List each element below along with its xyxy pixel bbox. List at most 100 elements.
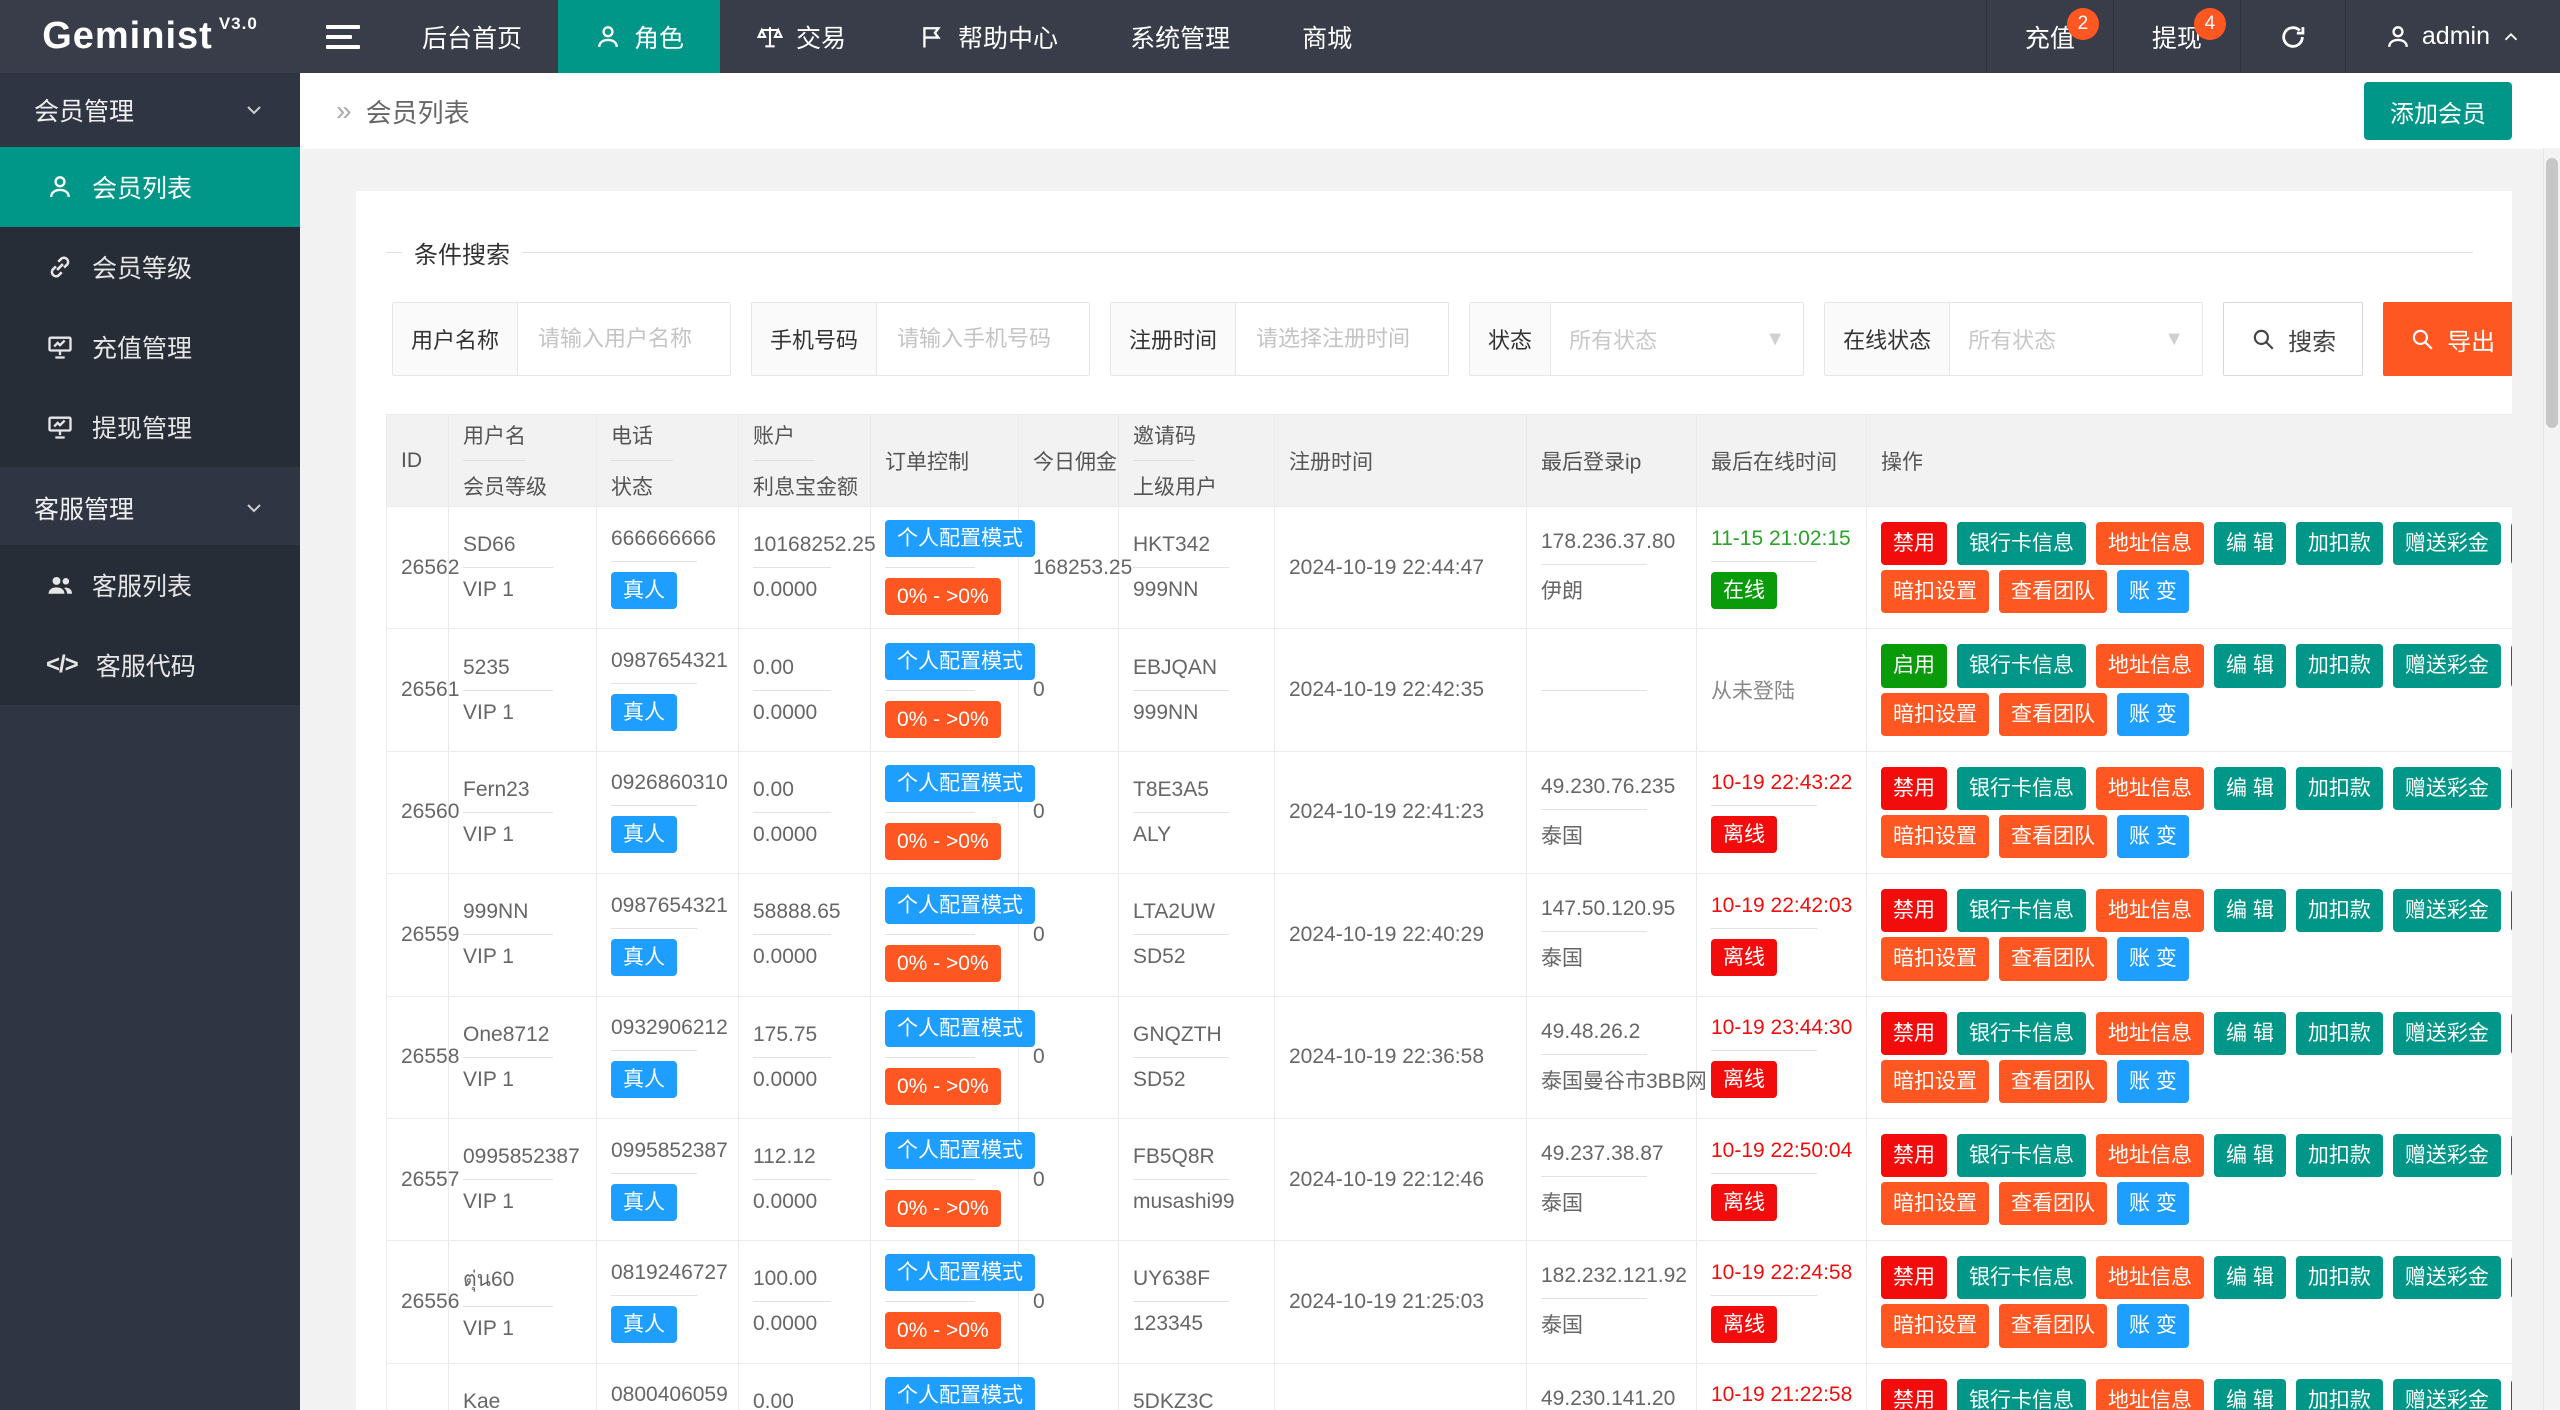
refresh-qrcode-button[interactable]: 刷新二维码 bbox=[2511, 522, 2512, 565]
gift-bonus-button[interactable]: 赠送彩金 bbox=[2393, 889, 2501, 932]
bank-card-info-button[interactable]: 银行卡信息 bbox=[1957, 522, 2086, 565]
refresh-qrcode-button[interactable]: 刷新二维码 bbox=[2511, 1012, 2512, 1055]
status-select[interactable]: 所有状态 ▼ bbox=[1551, 303, 1803, 375]
address-info-button[interactable]: 地址信息 bbox=[2096, 644, 2204, 687]
account-change-button[interactable]: 账 变 bbox=[2117, 1304, 2189, 1347]
account-change-button[interactable]: 账 变 bbox=[2117, 570, 2189, 613]
account-change-button[interactable]: 账 变 bbox=[2117, 937, 2189, 980]
sidebar-item-service-code[interactable]: </> 客服代码 bbox=[0, 625, 300, 705]
gift-bonus-button[interactable]: 赠送彩金 bbox=[2393, 1134, 2501, 1177]
export-button[interactable]: 导出 bbox=[2383, 302, 2512, 376]
edit-button[interactable]: 编 辑 bbox=[2214, 644, 2286, 687]
gift-bonus-button[interactable]: 赠送彩金 bbox=[2393, 522, 2501, 565]
address-info-button[interactable]: 地址信息 bbox=[2096, 1012, 2204, 1055]
phone-input[interactable] bbox=[877, 303, 1089, 375]
gift-bonus-button[interactable]: 赠送彩金 bbox=[2393, 1379, 2501, 1410]
account-change-button[interactable]: 账 变 bbox=[2117, 1060, 2189, 1103]
bank-card-info-button[interactable]: 银行卡信息 bbox=[1957, 1379, 2086, 1410]
withdraw-button[interactable]: 提现 4 bbox=[2113, 0, 2240, 73]
add-deduct-button[interactable]: 加扣款 bbox=[2296, 767, 2383, 810]
sidebar-item-withdraw-management[interactable]: 提现管理 bbox=[0, 387, 300, 467]
account-change-button[interactable]: 账 变 bbox=[2117, 1182, 2189, 1225]
refresh-qrcode-button[interactable]: 刷新二维码 bbox=[2511, 1379, 2512, 1410]
bank-card-info-button[interactable]: 银行卡信息 bbox=[1957, 889, 2086, 932]
view-team-button[interactable]: 查看团队 bbox=[1999, 1304, 2107, 1347]
gift-bonus-button[interactable]: 赠送彩金 bbox=[2393, 644, 2501, 687]
online-status-select[interactable]: 所有状态 ▼ bbox=[1950, 303, 2202, 375]
bank-card-info-button[interactable]: 银行卡信息 bbox=[1957, 1134, 2086, 1177]
recharge-button[interactable]: 充值 2 bbox=[1986, 0, 2113, 73]
add-member-button[interactable]: 添加会员 bbox=[2364, 82, 2512, 140]
hidden-deduction-button[interactable]: 暗扣设置 bbox=[1881, 1182, 1989, 1225]
sidebar-group-service-management[interactable]: 客服管理 bbox=[0, 471, 300, 545]
collapse-menu-button[interactable] bbox=[300, 0, 386, 73]
hidden-deduction-button[interactable]: 暗扣设置 bbox=[1881, 937, 1989, 980]
view-team-button[interactable]: 查看团队 bbox=[1999, 1060, 2107, 1103]
refresh-button[interactable] bbox=[2240, 0, 2345, 73]
scrollbar-thumb[interactable] bbox=[2546, 158, 2558, 428]
add-deduct-button[interactable]: 加扣款 bbox=[2296, 1379, 2383, 1410]
disable-button[interactable]: 禁用 bbox=[1881, 889, 1947, 932]
address-info-button[interactable]: 地址信息 bbox=[2096, 1379, 2204, 1410]
address-info-button[interactable]: 地址信息 bbox=[2096, 522, 2204, 565]
view-team-button[interactable]: 查看团队 bbox=[1999, 1182, 2107, 1225]
edit-button[interactable]: 编 辑 bbox=[2214, 767, 2286, 810]
bank-card-info-button[interactable]: 银行卡信息 bbox=[1957, 1256, 2086, 1299]
sidebar-item-recharge-management[interactable]: 充值管理 bbox=[0, 307, 300, 387]
edit-button[interactable]: 编 辑 bbox=[2214, 1012, 2286, 1055]
disable-button[interactable]: 禁用 bbox=[1881, 1134, 1947, 1177]
bank-card-info-button[interactable]: 银行卡信息 bbox=[1957, 1012, 2086, 1055]
view-team-button[interactable]: 查看团队 bbox=[1999, 570, 2107, 613]
disable-button[interactable]: 禁用 bbox=[1881, 767, 1947, 810]
hidden-deduction-button[interactable]: 暗扣设置 bbox=[1881, 570, 1989, 613]
hidden-deduction-button[interactable]: 暗扣设置 bbox=[1881, 1060, 1989, 1103]
refresh-qrcode-button[interactable]: 刷新二维码 bbox=[2511, 1256, 2512, 1299]
account-change-button[interactable]: 账 变 bbox=[2117, 693, 2189, 736]
edit-button[interactable]: 编 辑 bbox=[2214, 1256, 2286, 1299]
username-input[interactable] bbox=[518, 303, 730, 375]
nav-item-system[interactable]: 系统管理 bbox=[1094, 0, 1266, 73]
view-team-button[interactable]: 查看团队 bbox=[1999, 937, 2107, 980]
disable-button[interactable]: 禁用 bbox=[1881, 1379, 1947, 1410]
search-button[interactable]: 搜索 bbox=[2223, 302, 2363, 376]
address-info-button[interactable]: 地址信息 bbox=[2096, 889, 2204, 932]
disable-button[interactable]: 禁用 bbox=[1881, 1012, 1947, 1055]
address-info-button[interactable]: 地址信息 bbox=[2096, 1134, 2204, 1177]
address-info-button[interactable]: 地址信息 bbox=[2096, 767, 2204, 810]
refresh-qrcode-button[interactable]: 刷新二维码 bbox=[2511, 1134, 2512, 1177]
nav-item-trade[interactable]: 交易 bbox=[720, 0, 882, 73]
edit-button[interactable]: 编 辑 bbox=[2214, 1379, 2286, 1410]
gift-bonus-button[interactable]: 赠送彩金 bbox=[2393, 1256, 2501, 1299]
hidden-deduction-button[interactable]: 暗扣设置 bbox=[1881, 815, 1989, 858]
disable-button[interactable]: 禁用 bbox=[1881, 522, 1947, 565]
bank-card-info-button[interactable]: 银行卡信息 bbox=[1957, 644, 2086, 687]
refresh-qrcode-button[interactable]: 刷新二维码 bbox=[2511, 889, 2512, 932]
view-team-button[interactable]: 查看团队 bbox=[1999, 815, 2107, 858]
add-deduct-button[interactable]: 加扣款 bbox=[2296, 1012, 2383, 1055]
vertical-scrollbar[interactable] bbox=[2543, 148, 2560, 1410]
nav-item-roles[interactable]: 角色 bbox=[558, 0, 720, 73]
address-info-button[interactable]: 地址信息 bbox=[2096, 1256, 2204, 1299]
sidebar-group-member-management[interactable]: 会员管理 bbox=[0, 73, 300, 147]
disable-button[interactable]: 禁用 bbox=[1881, 1256, 1947, 1299]
add-deduct-button[interactable]: 加扣款 bbox=[2296, 1134, 2383, 1177]
refresh-qrcode-button[interactable]: 刷新二维码 bbox=[2511, 767, 2512, 810]
add-deduct-button[interactable]: 加扣款 bbox=[2296, 889, 2383, 932]
register-time-input[interactable] bbox=[1236, 303, 1448, 375]
sidebar-item-member-level[interactable]: 会员等级 bbox=[0, 227, 300, 307]
user-menu[interactable]: admin bbox=[2345, 0, 2560, 73]
hidden-deduction-button[interactable]: 暗扣设置 bbox=[1881, 1304, 1989, 1347]
add-deduct-button[interactable]: 加扣款 bbox=[2296, 1256, 2383, 1299]
nav-item-dashboard[interactable]: 后台首页 bbox=[386, 0, 558, 73]
enable-button[interactable]: 启用 bbox=[1881, 644, 1947, 687]
add-deduct-button[interactable]: 加扣款 bbox=[2296, 522, 2383, 565]
view-team-button[interactable]: 查看团队 bbox=[1999, 693, 2107, 736]
sidebar-item-member-list[interactable]: 会员列表 bbox=[0, 147, 300, 227]
edit-button[interactable]: 编 辑 bbox=[2214, 1134, 2286, 1177]
edit-button[interactable]: 编 辑 bbox=[2214, 522, 2286, 565]
nav-item-mall[interactable]: 商城 bbox=[1266, 0, 1388, 73]
bank-card-info-button[interactable]: 银行卡信息 bbox=[1957, 767, 2086, 810]
gift-bonus-button[interactable]: 赠送彩金 bbox=[2393, 767, 2501, 810]
sidebar-item-service-list[interactable]: 客服列表 bbox=[0, 545, 300, 625]
edit-button[interactable]: 编 辑 bbox=[2214, 889, 2286, 932]
